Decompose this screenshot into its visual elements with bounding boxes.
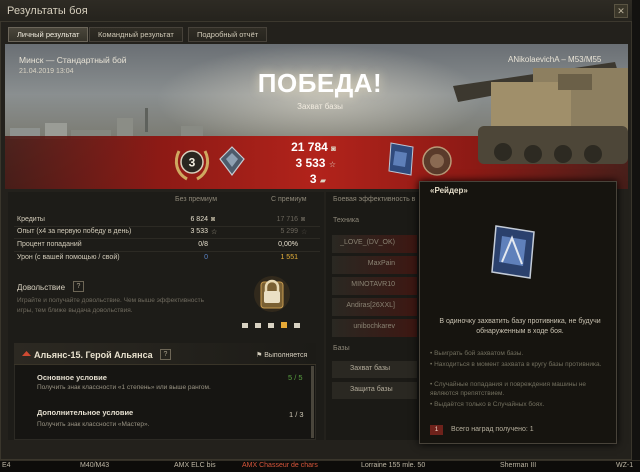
enemy-name: unibochkarev xyxy=(353,323,395,330)
enemy-name: Andiras[26XXL] xyxy=(346,302,395,309)
raider-medal-icon[interactable] xyxy=(385,141,419,179)
efficiency-tech-label: Техника xyxy=(333,217,360,224)
carousel-vehicle[interactable]: Lorraine 155 mle. 50 xyxy=(361,462,425,469)
col-premium: С премиум xyxy=(271,196,307,203)
mission-info-button[interactable]: ? xyxy=(160,349,171,360)
credits-icon: ◙ xyxy=(211,216,216,223)
award-count-text: Всего наград получено: 1 xyxy=(451,426,534,433)
efficiency-title: Боевая эффективность в xyxy=(333,196,416,203)
mission-title: Альянс-15. Герой Альянса xyxy=(34,350,153,360)
victory-reason: Захват базы xyxy=(297,102,343,111)
satisfaction-title: Довольствие xyxy=(17,283,66,292)
tooltip-description: В одиночку захватить базу противника, не… xyxy=(439,318,601,335)
stat-credits-premium: 17 716 xyxy=(276,216,298,223)
earned-free-xp: 3 xyxy=(309,172,317,186)
col-no-premium: Без премиум xyxy=(175,196,218,203)
raider-medal-large-icon xyxy=(491,225,535,279)
enemy-name: _LOVE_(DV_OK) xyxy=(340,239,395,246)
mission-status-row: ⚑ Выполняется xyxy=(256,351,307,359)
reward-pip-icon xyxy=(242,323,248,328)
satisfaction-help-button[interactable]: ? xyxy=(73,281,84,292)
main-condition-desc: Получить знак классности «1 степень» или… xyxy=(37,384,211,391)
window-titlebar xyxy=(0,0,632,22)
efficiency-panel xyxy=(326,192,421,440)
class-mastery-icon[interactable] xyxy=(218,145,246,177)
satisfaction-description: Играйте и получайте довольствие. Чем выш… xyxy=(17,297,205,314)
carousel-vehicle-selected[interactable]: AMX Chasseur de chars xyxy=(242,462,318,469)
stat-damage-own: 1 551 xyxy=(280,254,298,261)
map-and-mode: Минск — Стандартный бой xyxy=(19,55,127,65)
bases-label: Базы xyxy=(333,345,350,352)
stat-xp-base: 3 533 xyxy=(190,228,208,235)
stat-label-xp: Опыт (x4 за первую победу в день) xyxy=(17,228,132,235)
xp-star-icon: ☆ xyxy=(301,229,308,236)
award-count-badge: 1 xyxy=(430,425,443,435)
additional-condition-progress: 1 / 3 xyxy=(289,410,304,419)
additional-condition-desc: Получить знак классности «Мастер». xyxy=(37,421,150,428)
carousel-vehicle[interactable]: M40/M43 xyxy=(80,462,109,469)
window-title: Результаты боя xyxy=(7,5,88,17)
tab-personal-result[interactable]: Личный результат xyxy=(8,27,89,42)
additional-condition-title: Дополнительное условие xyxy=(37,408,134,417)
tooltip-title: «Рейдер» xyxy=(430,186,468,195)
stat-credits-base: 6 824 xyxy=(190,216,208,223)
stat-label-damage: Урон (с вашей помощью / свой) xyxy=(17,254,120,261)
reward-pip-icon xyxy=(294,323,300,328)
credits-icon: ◙ xyxy=(301,216,306,223)
earned-credits-row: 21 784 ◙ xyxy=(282,140,336,154)
rank-number: 3 xyxy=(189,156,196,170)
player-vehicle: ANikolaevichA – M53/M55 xyxy=(508,55,602,64)
stat-hit-rate-base: 0/8 xyxy=(198,241,208,248)
base-capture-label: Захват базы xyxy=(350,365,391,372)
victory-title: ПОБЕДА! xyxy=(257,68,383,98)
earned-free-xp-row: 3 ▰ xyxy=(282,172,326,186)
class-rank-icon[interactable]: 3 xyxy=(173,143,211,183)
earned-xp: 3 533 xyxy=(295,156,326,170)
close-button[interactable]: ✕ xyxy=(614,4,628,18)
carousel-vehicle[interactable]: Sherman III xyxy=(500,462,536,469)
reward-pip-icon xyxy=(255,323,261,328)
reward-pip-active-icon xyxy=(281,322,287,328)
base-defense-label: Защита базы xyxy=(350,386,393,393)
tooltip-condition: • Выиграть бой захватом базы. xyxy=(430,350,524,357)
row-divider xyxy=(14,251,320,252)
free-xp-icon: ▰ xyxy=(319,176,326,185)
flag-icon: ⚑ xyxy=(256,352,263,359)
xp-star-icon: ☆ xyxy=(328,160,336,169)
reward-pip-icon xyxy=(268,323,274,328)
chevron-up-icon[interactable] xyxy=(22,351,31,356)
tab-team-result[interactable]: Командный результат xyxy=(89,27,183,42)
xp-star-icon: ☆ xyxy=(211,229,218,236)
stat-damage-assisted: 0 xyxy=(204,254,208,261)
background-edge xyxy=(632,0,640,460)
carousel-vehicle[interactable]: E4 xyxy=(2,462,11,469)
row-divider xyxy=(14,238,320,239)
carousel-vehicle[interactable]: WZ-1 xyxy=(616,462,633,469)
tooltip-condition: • Выдаётся только в Случайных боях. xyxy=(430,401,545,408)
row-divider xyxy=(14,226,320,227)
tooltip-condition: • Находиться в момент захвата в кругу ба… xyxy=(430,361,602,368)
mission-scrollbar[interactable] xyxy=(311,366,314,438)
padlock-icon xyxy=(254,276,290,312)
main-condition-progress: 5 / 5 xyxy=(288,373,303,382)
stat-label-hit-rate: Процент попаданий xyxy=(17,241,82,248)
mission-status: Выполняется xyxy=(264,352,308,359)
credits-icon: ◙ xyxy=(331,144,336,153)
earned-xp-row: 3 533 ☆ xyxy=(282,156,336,170)
carousel-vehicle[interactable]: AMX ELC bis xyxy=(174,462,216,469)
main-condition-title: Основное условие xyxy=(37,373,107,382)
tab-detailed-report[interactable]: Подробный отчёт xyxy=(188,27,268,42)
tooltip-condition: • Случайные попадания и повреждения маши… xyxy=(430,381,587,397)
emblem-medal-icon[interactable] xyxy=(420,143,454,179)
stat-xp-premium: 5 299 xyxy=(280,228,298,235)
enemy-name: MaxPain xyxy=(367,260,395,267)
earned-credits: 21 784 xyxy=(291,140,328,154)
enemy-name: MINOTAVR10 xyxy=(351,281,395,288)
battle-datetime: 21.04.2019 13:04 xyxy=(19,68,74,75)
stat-label-credits: Кредиты xyxy=(17,216,45,223)
stat-hit-rate-premium: 0,00% xyxy=(278,241,298,248)
